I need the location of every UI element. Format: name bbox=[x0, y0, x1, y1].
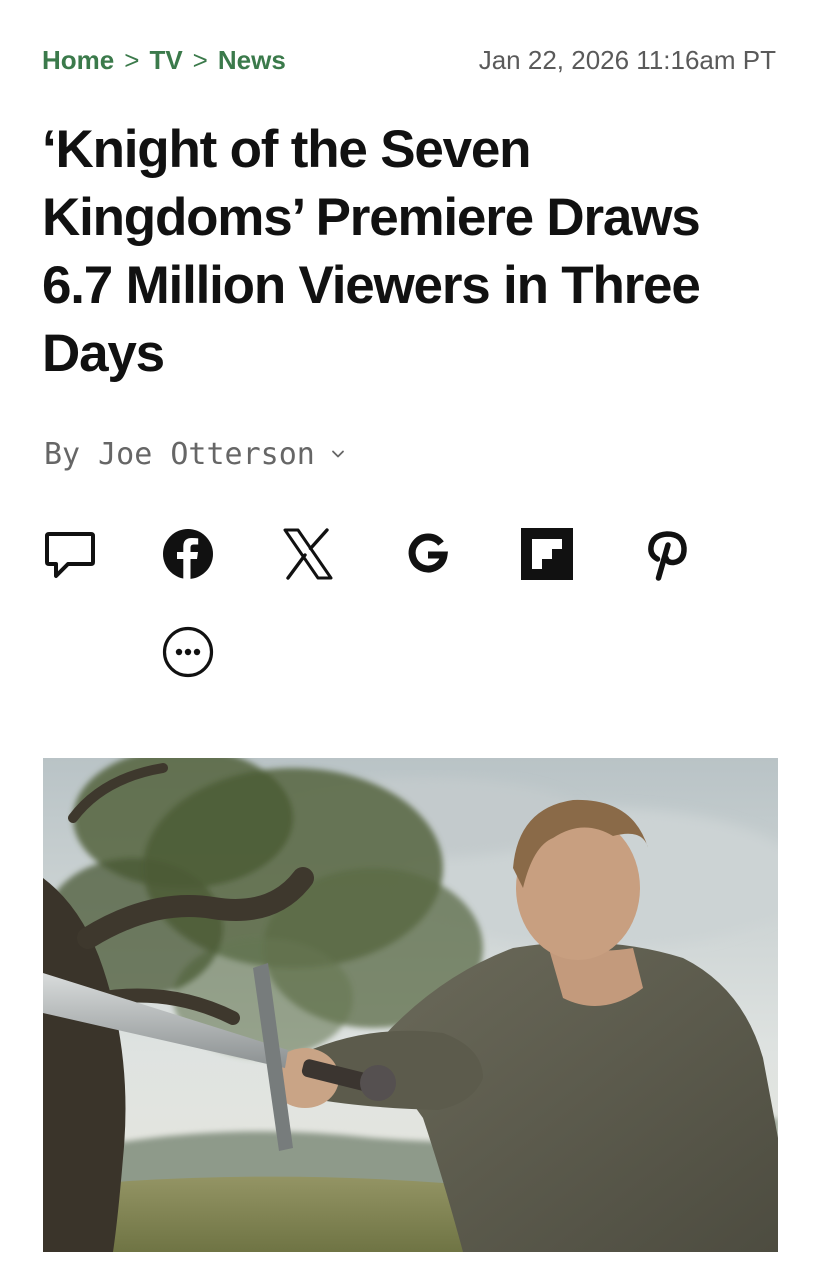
chevron-down-icon[interactable] bbox=[329, 445, 347, 463]
breadcrumb-news[interactable]: News bbox=[218, 45, 286, 76]
byline-prefix: By bbox=[44, 436, 81, 472]
breadcrumb: Home > TV > News bbox=[42, 45, 286, 76]
flipboard-icon[interactable] bbox=[517, 524, 577, 584]
author-link[interactable]: Joe Otterson bbox=[98, 437, 315, 472]
article-headline: ‘Knight of the Seven Kingdoms’ Premiere … bbox=[42, 120, 701, 383]
pinterest-icon[interactable] bbox=[638, 524, 698, 584]
hero-image bbox=[43, 758, 778, 1252]
article-meta-bar: Home > TV > News Jan 22, 2026 11:16am PT bbox=[42, 40, 776, 80]
publish-date: Jan 22, 2026 11:16am PT bbox=[478, 44, 776, 75]
share-bar bbox=[40, 524, 740, 684]
facebook-icon[interactable] bbox=[158, 524, 218, 584]
breadcrumb-home[interactable]: Home bbox=[42, 45, 114, 76]
breadcrumb-separator: > bbox=[124, 44, 140, 75]
comment-icon[interactable] bbox=[40, 524, 100, 584]
x-icon[interactable] bbox=[278, 524, 338, 584]
breadcrumb-tv[interactable]: TV bbox=[149, 45, 182, 76]
breadcrumb-separator: > bbox=[192, 44, 208, 75]
byline: By Joe Otterson bbox=[44, 432, 347, 476]
more-icon[interactable] bbox=[158, 622, 218, 682]
google-icon[interactable] bbox=[398, 524, 458, 584]
hero-photo-illustration bbox=[43, 758, 778, 1252]
